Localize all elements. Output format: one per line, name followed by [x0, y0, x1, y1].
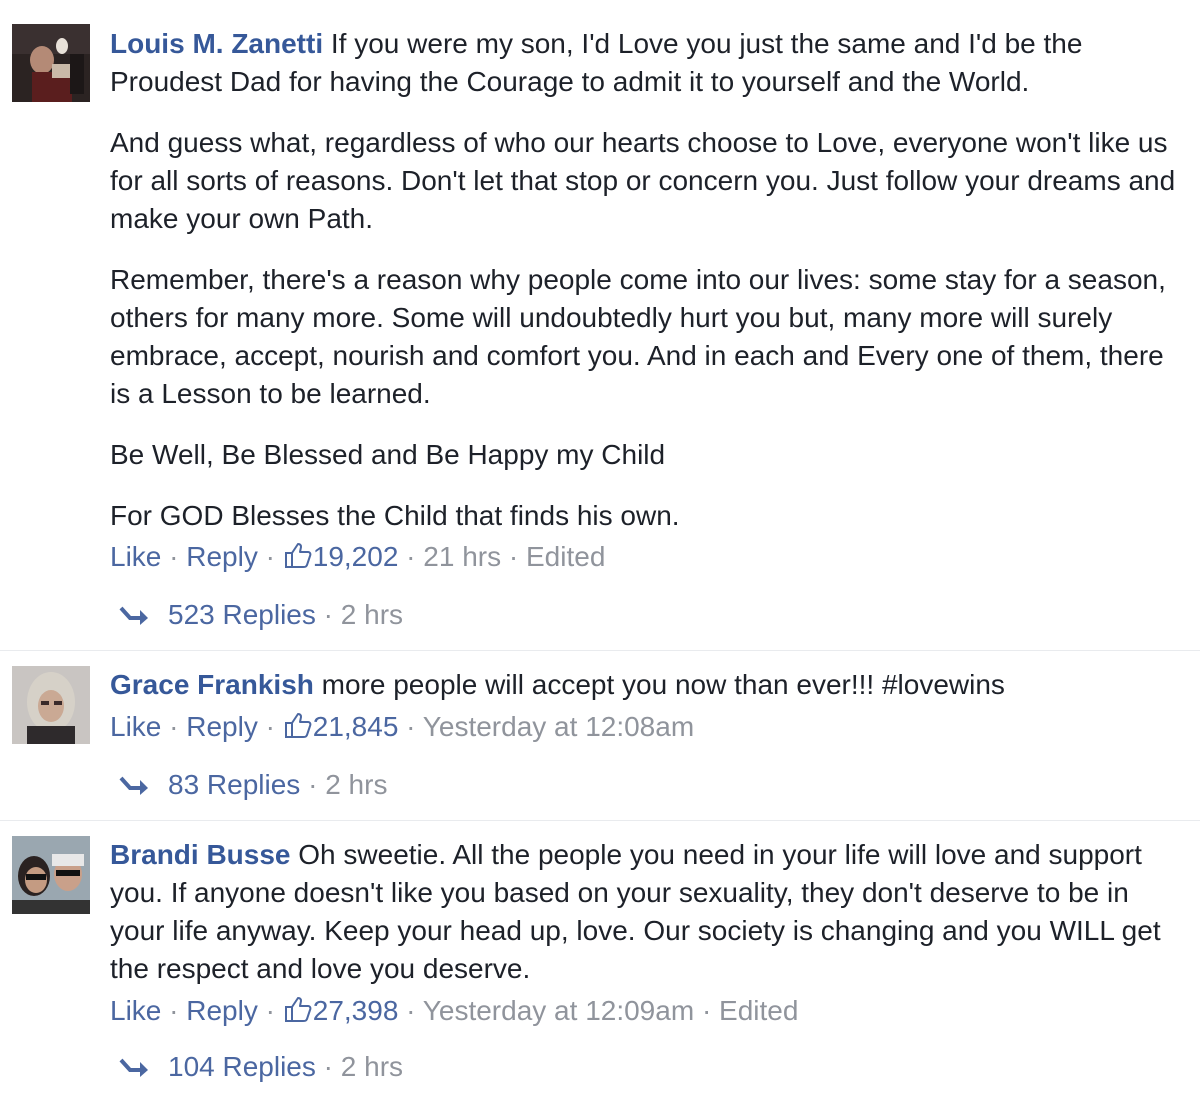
comment-actions: Like · Reply · 19,202 · 21 hrs · Edited — [110, 538, 605, 576]
replies-time: 2 hrs — [340, 599, 404, 630]
separator: · — [406, 541, 416, 572]
separator: · — [406, 711, 416, 742]
separator: · — [265, 541, 275, 572]
divider — [0, 820, 1200, 821]
thumbs-up-icon — [284, 713, 312, 738]
reply-arrow-icon — [119, 606, 148, 625]
separator: · — [701, 995, 712, 1026]
comment-timestamp[interactable]: Yesterday at 12:09am — [423, 995, 694, 1026]
separator: · — [406, 995, 416, 1026]
separator: · — [323, 599, 333, 630]
edited-label[interactable]: Edited — [719, 995, 798, 1026]
reply-arrow-icon — [119, 1058, 148, 1077]
replies-count[interactable]: 83 Replies — [168, 769, 300, 800]
replies-count[interactable]: 523 Replies — [168, 599, 316, 630]
replies-time: 2 hrs — [340, 1051, 404, 1082]
thumbs-up-icon — [284, 543, 312, 568]
like-button[interactable]: Like — [110, 541, 161, 572]
separator: · — [265, 995, 275, 1026]
separator: · — [169, 711, 179, 742]
profile-photo-icon — [12, 666, 90, 744]
reply-button[interactable]: Reply — [186, 995, 258, 1026]
reply-button[interactable]: Reply — [186, 711, 258, 742]
comment-text: Remember, there's a reason why people co… — [110, 264, 1166, 409]
like-count[interactable]: 21,845 — [313, 711, 399, 742]
separator: · — [323, 1051, 333, 1082]
edited-label[interactable]: Edited — [526, 541, 605, 572]
separator: · — [508, 541, 519, 572]
like-count[interactable]: 19,202 — [313, 541, 399, 572]
avatar[interactable] — [12, 24, 90, 102]
reply-arrow-icon — [119, 776, 148, 795]
like-button[interactable]: Like — [110, 711, 161, 742]
separator: · — [169, 541, 179, 572]
replies-count[interactable]: 104 Replies — [168, 1051, 316, 1082]
profile-photo-icon — [12, 24, 90, 102]
comment-text: Be Well, Be Blessed and Be Happy my Chil… — [110, 439, 666, 470]
comment-timestamp[interactable]: Yesterday at 12:08am — [423, 711, 694, 742]
comment-actions: Like · Reply · 21,845 · Yesterday at 12:… — [110, 708, 694, 746]
comment-author[interactable]: Louis M. Zanetti — [110, 28, 323, 59]
separator: · — [265, 711, 275, 742]
comment-text: And guess what, regardless of who our he… — [110, 127, 1176, 234]
separator: · — [308, 769, 318, 800]
like-button[interactable]: Like — [110, 995, 161, 1026]
comment-text: more people will accept you now than eve… — [321, 669, 1005, 700]
comment-actions: Like · Reply · 27,398 · Yesterday at 12:… — [110, 992, 798, 1030]
replies-time: 2 hrs — [325, 769, 388, 800]
separator: · — [169, 995, 179, 1026]
comment-text: For GOD Blesses the Child that finds his… — [110, 500, 680, 531]
comment-author[interactable]: Grace Frankish — [110, 669, 314, 700]
view-replies-link[interactable]: 523 Replies · 2 hrs — [118, 596, 403, 634]
comment-body: Louis M. Zanetti If you were my son, I'd… — [110, 25, 1180, 535]
divider — [0, 650, 1200, 651]
profile-photo-icon — [12, 836, 90, 914]
thumbs-up-icon — [284, 997, 312, 1022]
view-replies-link[interactable]: 104 Replies · 2 hrs — [118, 1048, 403, 1086]
avatar[interactable] — [12, 666, 90, 744]
like-count[interactable]: 27,398 — [313, 995, 399, 1026]
comment-body: Grace Frankish more people will accept y… — [110, 666, 1180, 704]
comment-body: Brandi Busse Oh sweetie. All the people … — [110, 836, 1180, 988]
comment-author[interactable]: Brandi Busse — [110, 839, 291, 870]
comment-timestamp[interactable]: 21 hrs — [423, 541, 501, 572]
avatar[interactable] — [12, 836, 90, 914]
reply-button[interactable]: Reply — [186, 541, 258, 572]
view-replies-link[interactable]: 83 Replies · 2 hrs — [118, 766, 387, 804]
